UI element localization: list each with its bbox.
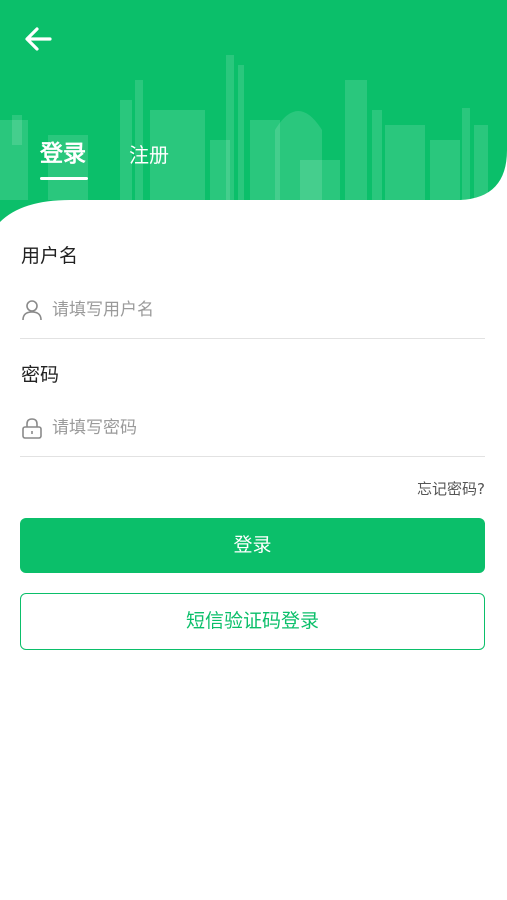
tab-register-label: 注册 [129, 143, 169, 167]
tab-active-indicator [40, 177, 88, 180]
tab-register[interactable]: 注册 [129, 139, 169, 168]
forgot-password-link[interactable]: 忘记密码? [417, 478, 485, 499]
tab-login[interactable]: 登录 [40, 134, 88, 180]
sms-login-button[interactable]: 短信验证码登录 [20, 593, 485, 650]
password-field [20, 400, 485, 457]
username-input[interactable] [52, 294, 472, 326]
back-button[interactable] [22, 24, 54, 54]
password-input[interactable] [52, 412, 472, 444]
username-label: 用户名 [21, 245, 79, 267]
login-button[interactable]: 登录 [20, 518, 485, 573]
user-icon [22, 300, 42, 321]
arrow-left-icon [25, 27, 52, 51]
tab-login-label: 登录 [40, 141, 86, 167]
header: 登录 注册 [0, 0, 507, 240]
lock-icon [22, 418, 42, 439]
username-field [20, 282, 485, 339]
header-background [0, 0, 507, 222]
password-label: 密码 [21, 364, 60, 386]
